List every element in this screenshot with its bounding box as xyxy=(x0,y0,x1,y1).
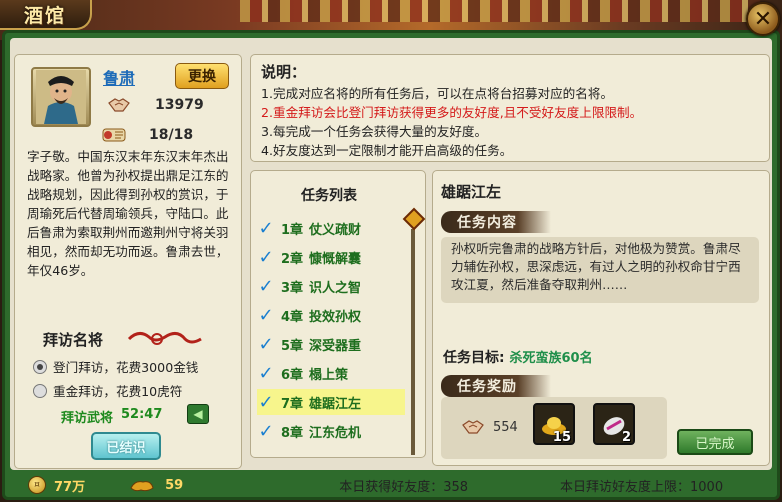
radio-tally[interactable] xyxy=(33,383,47,398)
task-list-scrollbar[interactable] xyxy=(402,207,426,455)
reward-item-gold-ingot[interactable]: 15 xyxy=(533,403,575,445)
task-list-panel: 任务列表 ✓ 1章 仗义疏财 ✓ 2章 慷慨解囊 ✓ 3章 识人之智 ✓ 4章 投效孙权 ✓ 5章… xyxy=(250,170,426,458)
today-friendship-limit: 本日拜访好友度上限：1000 xyxy=(560,479,724,495)
close-button[interactable]: ✕ xyxy=(746,2,780,36)
speaker-icon[interactable]: ◀ xyxy=(187,404,209,424)
task-chapter: 5章 xyxy=(281,338,304,354)
task-name: 江东危机 xyxy=(309,425,362,441)
task-content-text: 孙权听完鲁肃的战略方针后，对他极为赞赏。鲁肃尽力辅佐孙权，思深虑远，有过人之明的… xyxy=(441,237,759,303)
visit-timer-value: 52:47 xyxy=(121,407,163,422)
today-friendship: 本日获得好友度：358 xyxy=(339,479,469,495)
instructions-heading: 说明： xyxy=(261,63,307,81)
task-item[interactable]: ✓ 3章 识人之智 xyxy=(257,273,405,299)
task-chapter: 2章 xyxy=(281,251,304,267)
completed-button[interactable]: 已完成 xyxy=(677,429,753,455)
portrait-avatar-icon xyxy=(36,70,86,124)
visit-timer: 拜访武将 52:47 xyxy=(61,407,162,426)
visited-button[interactable]: 已结识 xyxy=(91,432,161,460)
check-icon: ✓ xyxy=(258,304,274,326)
task-chapter: 3章 xyxy=(281,280,304,296)
visits-row: 18/18 xyxy=(99,123,193,147)
reward-item-qty: 2 xyxy=(621,430,631,445)
task-chapter: 6章 xyxy=(281,367,304,383)
task-name: 识人之智 xyxy=(309,280,362,296)
instructions-panel: 说明： 1.完成对应名将的所有任务后，可以在点将台招募对应的名将。 2.重金拜访… xyxy=(250,54,770,162)
task-target-value: 杀死蛮族60名 xyxy=(509,351,593,366)
task-name: 仗义疏财 xyxy=(309,222,362,238)
task-detail-title: 雄踞江左 xyxy=(441,183,502,201)
scroll-gift-icon xyxy=(102,128,126,142)
instruction-line-3: 3.每完成一个任务会获得大量的友好度。 xyxy=(261,124,488,139)
tiger-tally-icon xyxy=(130,481,154,492)
task-list-heading: 任务列表 xyxy=(301,188,357,204)
task-name: 投效孙权 xyxy=(309,309,362,325)
tally-value: 59 xyxy=(165,477,184,493)
task-content-ribbon: 任务内容 xyxy=(441,211,551,233)
check-icon: ✓ xyxy=(258,420,274,442)
reward-friendship: 554 xyxy=(461,417,518,437)
task-name: 慷慨解囊 xyxy=(309,251,362,267)
scrollbar-thumb[interactable] xyxy=(402,207,426,231)
check-icon: ✓ xyxy=(258,362,274,384)
task-item[interactable]: ✓ 5章 深受器重 xyxy=(257,331,405,357)
handshake-icon xyxy=(108,98,130,112)
task-item[interactable]: ✓ 4章 投效孙权 xyxy=(257,302,405,328)
friendship-row: 13979 xyxy=(107,95,204,115)
instruction-line-1: 1.完成对应名将的所有任务后，可以在点将台招募对应的名将。 xyxy=(261,86,614,101)
task-detail-panel: 雄踞江左 任务内容 孙权听完鲁肃的战略方针后，对他极为赞赏。鲁肃尽力辅佐孙权，思… xyxy=(432,170,770,466)
task-target: 任务目标: 杀死蛮族60名 xyxy=(443,347,593,367)
cloud-ornament-icon xyxy=(127,332,202,345)
general-portrait[interactable] xyxy=(31,67,91,127)
task-item-selected[interactable]: ✓ 7章 雄踞江左 xyxy=(257,389,405,415)
friendship-value: 13979 xyxy=(155,97,204,113)
check-icon: ✓ xyxy=(258,391,274,413)
handshake-icon xyxy=(462,420,484,434)
task-chapter: 4章 xyxy=(281,309,304,325)
gold-value: 77万 xyxy=(54,479,86,495)
task-name: 榻上策 xyxy=(309,367,349,383)
reward-friendship-value: 554 xyxy=(493,419,518,435)
check-icon: ✓ xyxy=(258,333,274,355)
task-item[interactable]: ✓ 2章 慷慨解囊 xyxy=(257,244,405,270)
visit-option-tally-label: 重金拜访，花费10虎符 xyxy=(53,384,183,399)
task-item[interactable]: ✓ 8章 江东危机 xyxy=(257,418,405,444)
reward-item-potion[interactable]: 2 xyxy=(593,403,635,445)
general-panel: 鲁肃 更换 13979 18/18 字子敬。中国东汉末年东汉末年杰出战略家。他曾… xyxy=(14,54,242,469)
check-icon: ✓ xyxy=(258,217,274,239)
visit-option-gold-label: 登门拜访，花费3000金钱 xyxy=(53,360,199,375)
change-general-button[interactable]: 更换 xyxy=(175,63,229,89)
visit-option-gold[interactable]: 登门拜访，花费3000金钱 xyxy=(33,357,198,376)
general-name[interactable]: 鲁肃 xyxy=(103,65,135,89)
reward-box: 554 15 2 xyxy=(441,397,667,459)
visit-timer-label: 拜访武将 xyxy=(61,411,114,426)
scrollbar-track[interactable] xyxy=(411,229,415,455)
task-chapter: 1章 xyxy=(281,222,304,238)
footer-bar: ¤ 77万 59 本日获得好友度：358 本日拜访好友度上限：1000 xyxy=(14,472,772,498)
check-icon: ✓ xyxy=(258,275,274,297)
task-item[interactable]: ✓ 1章 仗义疏财 xyxy=(257,215,405,241)
radio-gold[interactable] xyxy=(33,359,47,374)
task-name: 雄踞江左 xyxy=(309,396,362,412)
visit-option-tally[interactable]: 重金拜访，花费10虎符 xyxy=(33,381,182,400)
task-target-label: 任务目标: xyxy=(443,350,505,366)
reward-item-qty: 15 xyxy=(552,430,571,445)
visit-section-title: 拜访名将 xyxy=(43,331,104,349)
task-name: 深受器重 xyxy=(309,338,362,354)
window-title: 酒馆 xyxy=(0,0,92,30)
task-reward-ribbon: 任务奖励 xyxy=(441,375,551,397)
task-chapter: 8章 xyxy=(281,425,304,441)
instruction-line-4: 4.好友度达到一定限制才能开启高级的任务。 xyxy=(261,143,513,158)
task-chapter: 7章 xyxy=(281,396,304,412)
general-biography: 字子敬。中国东汉末年东汉末年杰出战略家。他曾为孙权提出鼎足江东的战略规划，因此得… xyxy=(27,149,229,278)
instruction-line-2: 2.重金拜访会比登门拜访获得更多的友好度,且不受好友度上限限制。 xyxy=(261,105,643,120)
banner-decoration xyxy=(240,0,760,22)
visits-value: 18/18 xyxy=(149,127,194,143)
gold-coin-icon: ¤ xyxy=(28,476,46,494)
task-item[interactable]: ✓ 6章 榻上策 xyxy=(257,360,405,386)
check-icon: ✓ xyxy=(258,246,274,268)
